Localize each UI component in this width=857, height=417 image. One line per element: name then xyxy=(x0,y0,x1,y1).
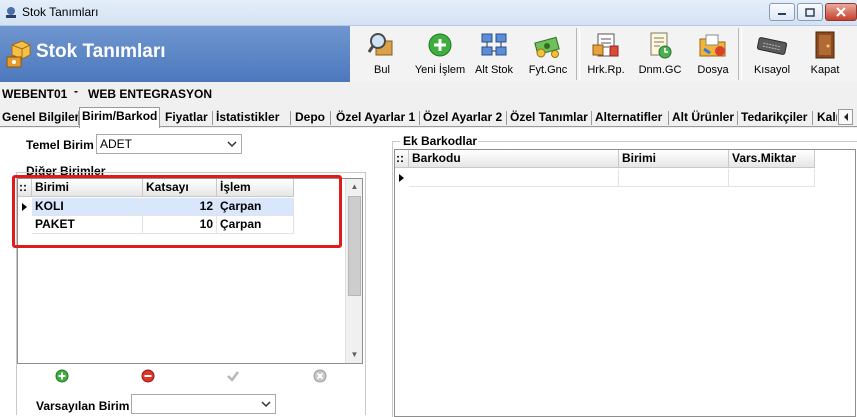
column-header-islem[interactable]: İşlem xyxy=(217,179,294,197)
temel-birim-combo[interactable]: ADET xyxy=(96,134,242,154)
minimize-button[interactable] xyxy=(769,3,795,21)
plus-circle-icon xyxy=(428,33,452,57)
table-cell-birimi[interactable]: KOLI xyxy=(32,198,143,216)
vertical-scrollbar[interactable]: ▲ ▼ xyxy=(345,179,362,363)
temel-birim-label: Temel Birim xyxy=(26,138,94,152)
tab-tedarikciler[interactable]: Tedarikçiler xyxy=(739,109,809,127)
diger-birimler-title: Diğer Birimler xyxy=(26,164,106,178)
cancel-x-icon[interactable] xyxy=(313,369,327,383)
document-clock-icon xyxy=(650,32,672,59)
column-header-katsayi[interactable]: Katsayı xyxy=(143,179,217,197)
stock-code: WEBENT01 xyxy=(2,87,68,101)
shortcut-button[interactable]: Kısayol xyxy=(742,26,802,82)
file-button[interactable]: Dosya xyxy=(688,26,738,82)
varsayilan-birim-combo[interactable] xyxy=(131,394,276,414)
tab-depo[interactable]: Depo xyxy=(293,109,327,127)
ek-barkodlar-grid[interactable]: :: Barkodu Birimi Vars.Miktar xyxy=(394,149,856,417)
grid-column-indicator: :: xyxy=(395,150,409,168)
report-icon xyxy=(592,33,619,57)
header-band: Stok Tanımları Bul Yeni İşlem Alt Stok F… xyxy=(0,26,857,82)
tab-ozel-ayarlar-2[interactable]: Özel Ayarlar 2 xyxy=(421,109,504,127)
grid-column-indicator: :: xyxy=(18,179,32,197)
tab-strip: Genel Bilgiler Birim/Barkod Fiyatlar İst… xyxy=(0,107,857,128)
new-row-cell-vars-miktar[interactable] xyxy=(729,169,815,187)
tab-birim-barkod[interactable]: Birim/Barkod xyxy=(79,107,161,128)
chevron-left-icon xyxy=(843,113,848,121)
add-row-icon[interactable] xyxy=(55,369,69,383)
table-cell-birimi[interactable]: PAKET xyxy=(32,216,143,234)
current-row-arrow-icon xyxy=(399,174,404,182)
column-header-birimi[interactable]: Birimi xyxy=(32,179,143,197)
confirm-check-icon[interactable] xyxy=(226,369,240,383)
new-transaction-button[interactable]: Yeni İşlem xyxy=(412,26,468,82)
stock-name: WEB ENTEGRASYON xyxy=(88,87,213,101)
close-form-button[interactable]: Kapat xyxy=(802,26,848,82)
window-title-bar: Stok Tanımları xyxy=(0,0,857,26)
toolbar: Bul Yeni İşlem Alt Stok Fyt.Gnc Hrk.Rp. … xyxy=(352,26,848,82)
keyboard-icon xyxy=(757,37,787,55)
varsayilan-birim-label: Varsayılan Birim xyxy=(36,399,130,413)
scroll-up-button[interactable]: ▲ xyxy=(346,179,362,195)
scroll-thumb[interactable] xyxy=(348,196,361,296)
minimize-icon xyxy=(778,13,786,15)
scroll-down-button[interactable]: ▼ xyxy=(346,347,362,363)
stock-module-icon xyxy=(6,40,31,68)
close-window-button[interactable] xyxy=(825,3,857,21)
close-icon xyxy=(836,7,846,17)
movement-report-button[interactable]: Hrk.Rp. xyxy=(580,26,632,82)
tab-genel-bilgiler[interactable]: Genel Bilgiler xyxy=(0,109,81,127)
temel-birim-value: ADET xyxy=(100,137,133,151)
tab-istatistikler[interactable]: İstatistikler xyxy=(214,109,281,127)
delete-row-icon[interactable] xyxy=(141,369,155,383)
tab-ozel-tanimlar[interactable]: Özel Tanımlar xyxy=(508,109,590,127)
money-icon xyxy=(534,36,560,58)
table-cell-katsayi[interactable]: 10 xyxy=(143,216,217,234)
tab-fiyatlar[interactable]: Fiyatlar xyxy=(163,109,210,127)
app-icon xyxy=(6,7,16,18)
table-cell-islem[interactable]: Çarpan xyxy=(217,198,294,216)
find-button[interactable]: Bul xyxy=(352,26,412,82)
chevron-down-icon xyxy=(227,141,237,148)
period-button[interactable]: Dnm.GC xyxy=(632,26,688,82)
network-icon xyxy=(481,33,507,56)
banner-title: Stok Tanımları xyxy=(36,41,166,62)
maximize-button[interactable] xyxy=(797,3,823,21)
window-title: Stok Tanımları xyxy=(22,5,99,19)
column-header-birimi[interactable]: Birimi xyxy=(619,150,729,168)
new-row-cell-birimi[interactable] xyxy=(619,169,729,187)
stock-info-line: WEBENT01 - WEB ENTEGRASYON xyxy=(0,84,857,104)
folder-icon xyxy=(699,34,726,57)
new-row-cell-barkodu[interactable] xyxy=(409,169,619,187)
tab-kali[interactable]: Kalı xyxy=(815,109,837,127)
column-header-vars-miktar[interactable]: Vars.Miktar xyxy=(729,150,815,168)
current-row-arrow-icon xyxy=(22,203,27,211)
info-separator: - xyxy=(74,84,78,98)
maximize-icon xyxy=(805,7,815,17)
tab-alt-urunler[interactable]: Alt Ürünler xyxy=(670,109,736,127)
exit-door-icon xyxy=(815,31,835,59)
birim-barkod-panel: Temel Birim ADET Diğer Birimler :: Birim… xyxy=(0,128,857,417)
diger-birimler-grid[interactable]: :: Birimi Katsayı İşlem KOLI 12 Çarpan P… xyxy=(17,178,363,364)
tab-alternatifler[interactable]: Alternatifler xyxy=(593,109,664,127)
table-cell-islem[interactable]: Çarpan xyxy=(217,216,294,234)
tab-ozel-ayarlar-1[interactable]: Özel Ayarlar 1 xyxy=(334,109,417,127)
price-update-button[interactable]: Fyt.Gnc xyxy=(520,26,576,82)
table-cell-katsayi[interactable]: 12 xyxy=(143,198,217,216)
tab-scroll-left-button[interactable] xyxy=(838,109,853,125)
chevron-down-icon xyxy=(261,401,271,408)
module-banner: Stok Tanımları xyxy=(0,26,350,82)
ek-barkodlar-title: Ek Barkodlar xyxy=(401,134,480,148)
search-box-icon xyxy=(368,33,393,56)
column-header-barkodu[interactable]: Barkodu xyxy=(409,150,619,168)
sub-stock-button[interactable]: Alt Stok xyxy=(468,26,520,82)
